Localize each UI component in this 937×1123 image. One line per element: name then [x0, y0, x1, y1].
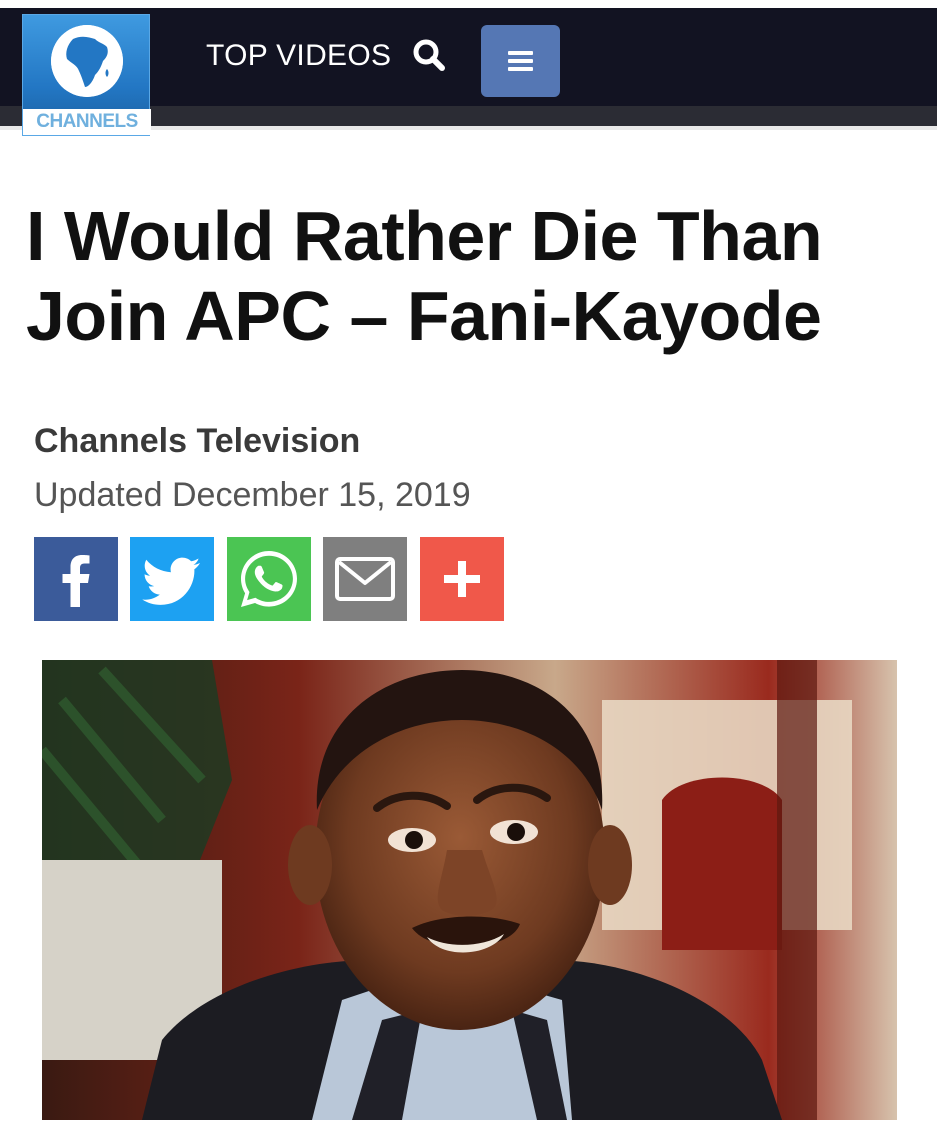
twitter-icon	[142, 557, 200, 605]
plus-icon	[444, 561, 480, 597]
article-author[interactable]: Channels Television	[34, 420, 360, 462]
search-icon[interactable]	[412, 38, 446, 72]
article-title: I Would Rather Die Than Join APC – Fani-…	[26, 197, 823, 355]
africa-globe-icon	[51, 25, 123, 97]
share-more-button[interactable]	[420, 537, 504, 621]
channels-logo[interactable]: CHANNELS	[22, 14, 151, 136]
article-photo	[42, 660, 897, 1120]
share-facebook-button[interactable]	[34, 537, 118, 621]
menu-button[interactable]	[481, 25, 560, 97]
article-date: Updated December 15, 2019	[34, 476, 471, 514]
whatsapp-icon	[241, 551, 297, 607]
logo-text: CHANNELS	[23, 109, 151, 135]
top-videos-link[interactable]: TOP VIDEOS	[206, 36, 391, 76]
facebook-icon	[62, 555, 90, 607]
share-whatsapp-button[interactable]	[227, 537, 311, 621]
share-twitter-button[interactable]	[130, 537, 214, 621]
email-icon	[335, 557, 395, 601]
share-email-button[interactable]	[323, 537, 407, 621]
